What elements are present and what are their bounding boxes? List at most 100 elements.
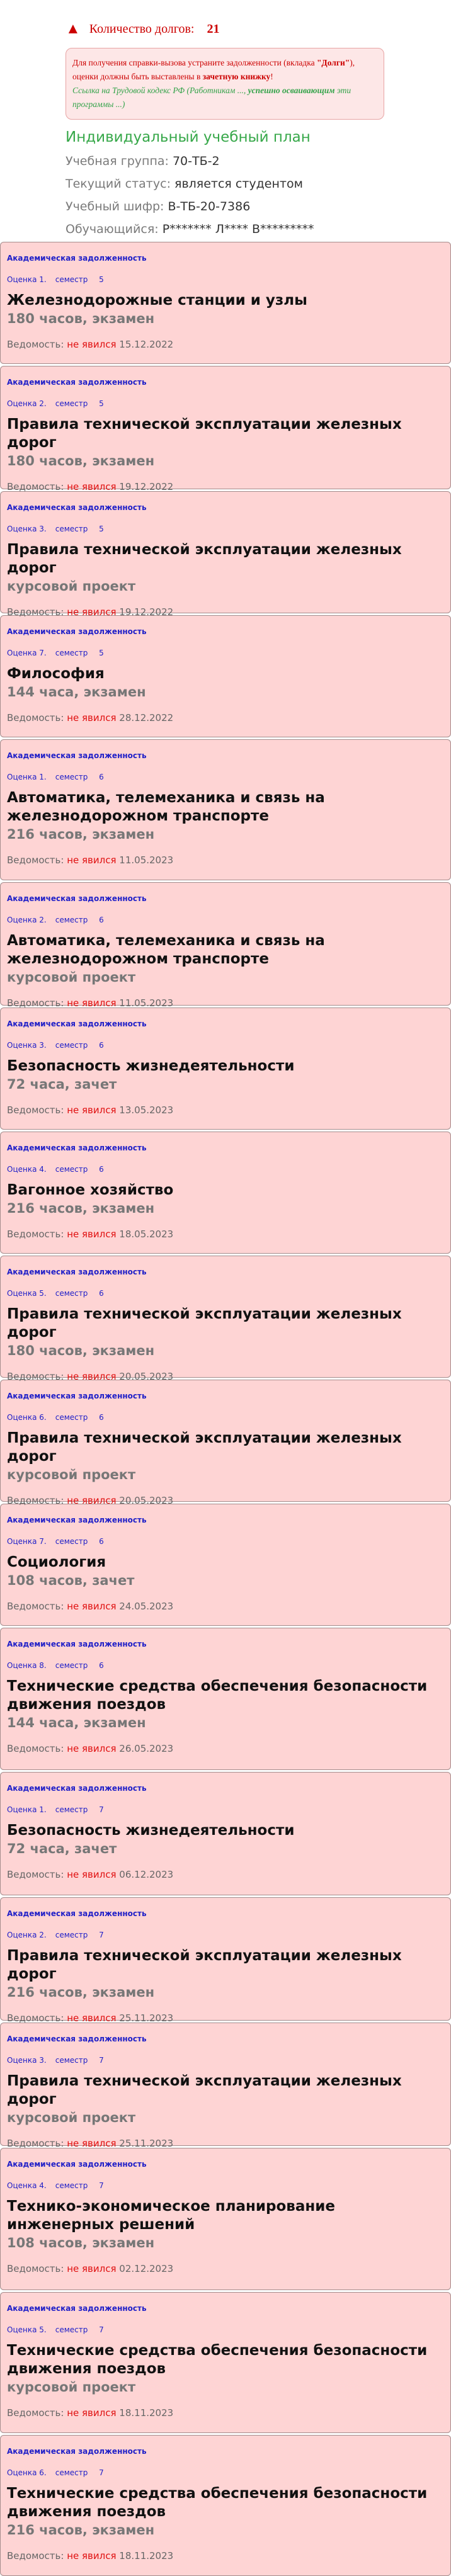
debt-card[interactable]: Академическая задолженность Оценка 2. семе… xyxy=(0,1897,451,2024)
statement-date: 19.12.2022 xyxy=(119,606,174,618)
statement-status: не явился xyxy=(67,2138,117,2149)
notice-message: Для получения справки-вызова устраните з… xyxy=(72,58,355,81)
debt-tag: Академическая задолженность xyxy=(7,1640,147,1648)
discipline-hours: курсовой проект xyxy=(7,2380,136,2395)
statement-status: не явился xyxy=(67,1495,117,1506)
statement-date: 13.05.2023 xyxy=(119,1104,174,1116)
semester: семестр 6 xyxy=(55,1289,104,1298)
statement: Ведомость: не явился 15.12.2022 xyxy=(7,339,174,350)
debt-card[interactable]: Академическая задолженность Оценка 4. семе… xyxy=(0,2148,451,2290)
semester: семестр 5 xyxy=(55,649,104,657)
statement-date: 15.12.2022 xyxy=(119,339,174,350)
labor-code-link[interactable]: Ссылка на Трудовой кодекс РФ (Работникам… xyxy=(72,86,351,109)
debt-tag: Академическая задолженность xyxy=(7,1143,147,1152)
discipline-title: Вагонное хозяйство xyxy=(7,1182,174,1198)
discipline-title: Правила технической эксплуатации железны… xyxy=(7,2073,402,2108)
debt-meta: Оценка 1. семестр 5 xyxy=(7,275,444,288)
statement-date: 11.05.2023 xyxy=(119,997,174,1009)
debt-tag: Академическая задолженность xyxy=(7,503,147,512)
statement-date: 25.11.2023 xyxy=(119,2012,174,2024)
statement-status: не явился xyxy=(67,481,117,492)
cipher-row: Учебный шифр: В-ТБ-20-7386 xyxy=(66,200,251,213)
debt-card[interactable]: Академическая задолженность Оценка 1. семе… xyxy=(0,739,451,880)
debt-tag: Академическая задолженность xyxy=(7,2160,147,2169)
debt-card[interactable]: Академическая задолженность Оценка 3. семе… xyxy=(0,2023,451,2149)
statement-date: 26.05.2023 xyxy=(119,1743,174,1754)
debt-card[interactable]: Академическая задолженность Оценка 2. семе… xyxy=(0,882,451,1009)
debts-list: Академическая задолженность Оценка 1. семе… xyxy=(0,242,451,2576)
semester: семестр 7 xyxy=(55,2056,104,2065)
semester: семестр 7 xyxy=(55,2181,104,2190)
statement-date: 02.12.2023 xyxy=(119,2263,174,2274)
grade-number: Оценка 1. xyxy=(7,275,47,284)
statement-date: 18.11.2023 xyxy=(119,2550,174,2562)
debt-meta: Оценка 5. семестр 7 xyxy=(7,2325,444,2338)
grade-number: Оценка 5. xyxy=(7,2325,47,2334)
semester: семестр 5 xyxy=(55,399,104,408)
statement-date: 06.12.2023 xyxy=(119,1869,174,1880)
statement-status: не явился xyxy=(67,339,117,350)
debt-card[interactable]: Академическая задолженность Оценка 1. семе… xyxy=(0,242,451,364)
debts-header: ▲ Количество долгов: 21 Для получения сп… xyxy=(0,0,451,241)
status-row: Текущий статус: является студентом xyxy=(66,177,303,191)
debt-card[interactable]: Академическая задолженность Оценка 6. семе… xyxy=(0,1380,451,1506)
statement-status: не явился xyxy=(67,1104,117,1116)
debt-tag: Академическая задолженность xyxy=(7,1019,147,1028)
debt-card[interactable]: Академическая задолженность Оценка 7. семе… xyxy=(0,615,451,737)
grade-number: Оценка 7. xyxy=(7,1537,47,1546)
student-row: Обучающийся: Р******* Л**** В********* xyxy=(66,222,314,236)
statement: Ведомость: не явился 24.05.2023 xyxy=(7,1601,174,1612)
grade-number: Оценка 7. xyxy=(7,649,47,657)
debts-notice: Для получения справки-вызова устраните з… xyxy=(66,48,384,120)
discipline-title: Безопасность жизнедеятельности xyxy=(7,1822,295,1839)
debt-tag: Академическая задолженность xyxy=(7,254,147,263)
debt-meta: Оценка 3. семестр 6 xyxy=(7,1041,444,1053)
debt-card[interactable]: Академическая задолженность Оценка 3. семе… xyxy=(0,1007,451,1130)
debt-tag: Академическая задолженность xyxy=(7,2447,147,2456)
debt-card[interactable]: Академическая задолженность Оценка 4. семе… xyxy=(0,1132,451,1254)
student-info: Учебная группа: 70-ТБ-2 Текущий статус: … xyxy=(66,150,451,241)
statement-date: 25.11.2023 xyxy=(119,2138,174,2149)
statement-status: не явился xyxy=(67,2550,117,2562)
debts-tab-link[interactable]: "Долги" xyxy=(317,58,350,67)
study-plan-link[interactable]: Индивидуальный учебный план xyxy=(66,125,451,150)
semester: семестр 6 xyxy=(55,1165,104,1174)
discipline-title: Технические средства обеспечения безопас… xyxy=(7,2485,428,2520)
statement-status: не явился xyxy=(67,2407,117,2419)
debt-meta: Оценка 1. семестр 6 xyxy=(7,773,444,785)
discipline-hours: курсовой проект xyxy=(7,2110,136,2125)
statement-status: не явился xyxy=(67,1601,117,1612)
debt-card[interactable]: Академическая задолженность Оценка 7. семе… xyxy=(0,1504,451,1626)
debt-meta: Оценка 3. семестр 5 xyxy=(7,525,444,537)
statement-status: не явился xyxy=(67,712,117,723)
semester: семестр 6 xyxy=(55,1041,104,1050)
record-book-link[interactable]: зачетную книжку xyxy=(203,72,271,81)
discipline-title: Автоматика, телемеханика и связь на желе… xyxy=(7,790,325,824)
debt-card[interactable]: Академическая задолженность Оценка 2. семе… xyxy=(0,366,451,492)
semester: семестр 7 xyxy=(55,2468,104,2477)
debt-card[interactable]: Академическая задолженность Оценка 6. семе… xyxy=(0,2435,451,2576)
semester: семестр 7 xyxy=(55,1931,104,1939)
discipline-hours: 108 часов, зачет xyxy=(7,1573,135,1588)
statement: Ведомость: не явился 11.05.2023 xyxy=(7,854,174,866)
debt-card[interactable]: Академическая задолженность Оценка 5. семе… xyxy=(0,2292,451,2433)
statement-date: 20.05.2023 xyxy=(119,1495,174,1506)
discipline-hours: 216 часов, экзамен xyxy=(7,827,155,842)
discipline-hours: 144 часа, экзамен xyxy=(7,684,146,700)
debt-card[interactable]: Академическая задолженность Оценка 5. семе… xyxy=(0,1256,451,1382)
debt-tag: Академическая задолженность xyxy=(7,2034,147,2043)
semester: семестр 5 xyxy=(55,525,104,533)
grade-number: Оценка 4. xyxy=(7,1165,47,1174)
semester: семестр 7 xyxy=(55,1805,104,1814)
discipline-title: Правила технической эксплуатации железны… xyxy=(7,1948,402,1982)
grade-number: Оценка 4. xyxy=(7,2181,47,2190)
statement-date: 24.05.2023 xyxy=(119,1601,174,1612)
debt-card[interactable]: Академическая задолженность Оценка 1. семе… xyxy=(0,1772,451,1895)
debt-tag: Академическая задолженность xyxy=(7,378,147,387)
debt-meta: Оценка 6. семестр 7 xyxy=(7,2468,444,2481)
debt-card[interactable]: Академическая задолженность Оценка 8. семе… xyxy=(0,1628,451,1770)
statement: Ведомость: не явился 18.11.2023 xyxy=(7,2550,174,2562)
group-row: Учебная группа: 70-ТБ-2 xyxy=(66,154,220,168)
semester: семестр 6 xyxy=(55,1661,104,1670)
debt-card[interactable]: Академическая задолженность Оценка 3. семе… xyxy=(0,491,451,618)
